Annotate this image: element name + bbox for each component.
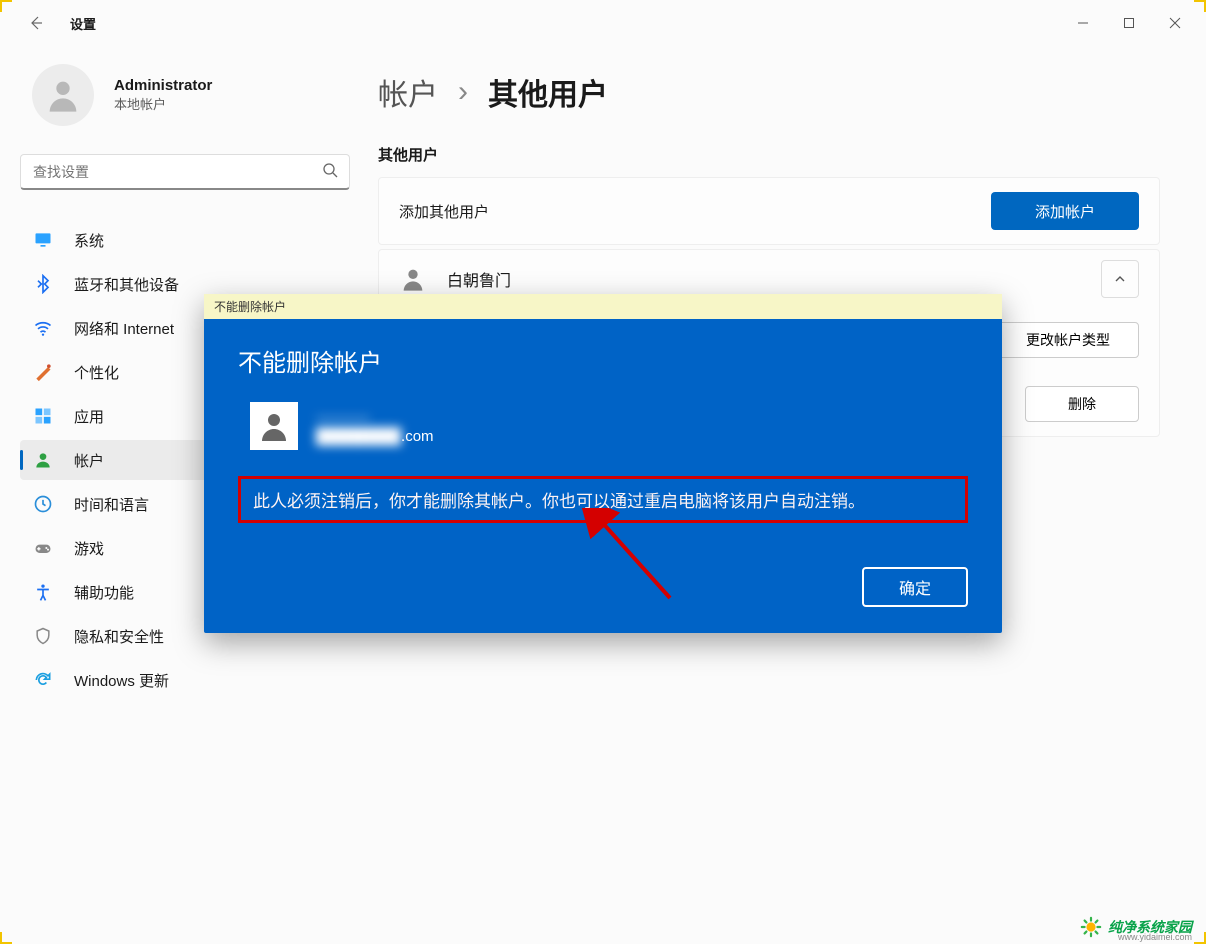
section-title: 其他用户	[378, 144, 1160, 165]
nav-item-label: 蓝牙和其他设备	[74, 274, 179, 295]
nav-item-label: 时间和语言	[74, 494, 149, 515]
add-account-button[interactable]: 添加帐户	[991, 192, 1139, 230]
person-icon	[250, 402, 298, 450]
user-card[interactable]: Administrator 本地帐户	[20, 46, 352, 154]
add-other-user-label: 添加其他用户	[399, 201, 489, 222]
corner-mark	[0, 932, 12, 944]
change-account-type-button[interactable]: 更改帐户类型	[997, 322, 1139, 358]
time-icon	[32, 493, 54, 515]
breadcrumb-current: 其他用户	[488, 70, 608, 114]
chevron-right-icon: ›	[458, 75, 468, 109]
title-bar: 设置	[0, 0, 1206, 46]
user-type: 本地帐户	[114, 94, 212, 113]
nav-item-label: 应用	[74, 406, 104, 427]
dialog-heading: 不能删除帐户	[238, 343, 968, 378]
privacy-icon	[32, 625, 54, 647]
settings-window: 设置 Administrator 本地帐户	[0, 0, 1206, 944]
dialog-user-email-suffix: .com	[401, 428, 434, 445]
window-title: 设置	[70, 14, 96, 33]
dialog-user-row: ——— ████████.com	[250, 402, 968, 450]
search-box	[20, 154, 350, 190]
nav-item-update[interactable]: Windows 更新	[20, 660, 352, 700]
nav-item-label: 帐户	[74, 450, 104, 471]
maximize-button[interactable]	[1106, 7, 1152, 39]
personalize-icon	[32, 361, 54, 383]
collapse-button[interactable]	[1101, 260, 1139, 298]
accessibility-icon	[32, 581, 54, 603]
wifi-icon	[32, 317, 54, 339]
dialog-message-box: 此人必须注销后，你才能删除其帐户。你也可以通过重启电脑将该用户自动注销。	[238, 476, 968, 523]
corner-mark	[0, 0, 12, 12]
nav-item-label: 个性化	[74, 362, 119, 383]
person-icon	[399, 265, 427, 293]
delete-button[interactable]: 删除	[1025, 386, 1139, 422]
nav-item-label: Windows 更新	[74, 670, 169, 691]
search-input[interactable]	[20, 154, 350, 190]
user-entry-name: 白朝鲁门	[447, 267, 511, 291]
system-icon	[32, 229, 54, 251]
corner-mark	[1194, 932, 1206, 944]
accounts-icon	[32, 449, 54, 471]
avatar-icon	[32, 64, 94, 126]
nav-item-label: 游戏	[74, 538, 104, 559]
nav-item-label: 辅助功能	[74, 582, 134, 603]
update-icon	[32, 669, 54, 691]
dialog-user-name-blurred: ———	[316, 407, 434, 428]
close-button[interactable]	[1152, 7, 1198, 39]
back-button[interactable]	[18, 5, 54, 41]
breadcrumb-parent[interactable]: 帐户	[378, 70, 438, 114]
breadcrumb: 帐户 › 其他用户	[378, 70, 1160, 114]
nav-item-label: 隐私和安全性	[74, 626, 164, 647]
search-icon	[322, 162, 338, 183]
add-user-card: 添加其他用户 添加帐户	[378, 177, 1160, 245]
nav-item-label: 系统	[74, 230, 104, 251]
user-name: Administrator	[114, 77, 212, 94]
dialog-caption: 不能删除帐户	[204, 294, 1002, 319]
dialog-message: 此人必须注销后，你才能删除其帐户。你也可以通过重启电脑将该用户自动注销。	[253, 492, 865, 511]
nav-item-label: 网络和 Internet	[74, 318, 174, 339]
watermark-url: www.yidaimei.com	[1118, 932, 1192, 942]
corner-mark	[1194, 0, 1206, 12]
cannot-delete-account-dialog: 不能删除帐户 不能删除帐户 ——— ████████.com 此人必须注销后，你…	[204, 294, 1002, 633]
bluetooth-icon	[32, 273, 54, 295]
minimize-button[interactable]	[1060, 7, 1106, 39]
dialog-ok-button[interactable]: 确定	[862, 567, 968, 607]
gaming-icon	[32, 537, 54, 559]
apps-icon	[32, 405, 54, 427]
nav-item-system[interactable]: 系统	[20, 220, 352, 260]
